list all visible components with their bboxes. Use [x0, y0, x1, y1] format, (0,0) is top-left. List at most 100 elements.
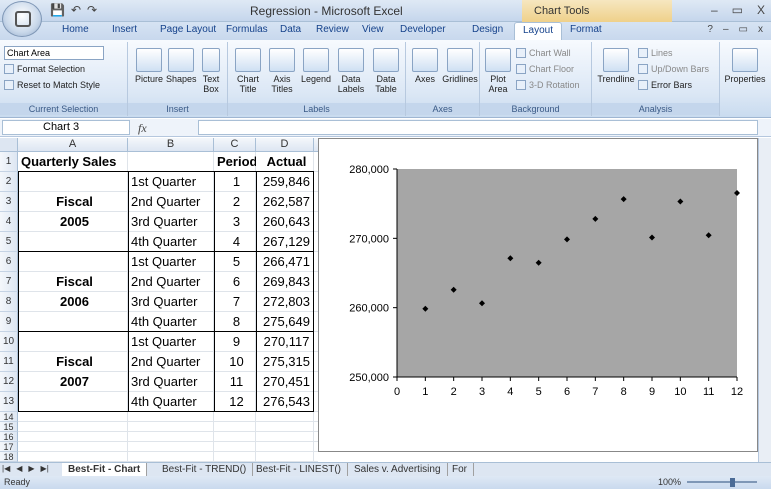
- row-header[interactable]: 5: [0, 232, 18, 252]
- cell[interactable]: 5: [214, 252, 256, 272]
- cell[interactable]: Fiscal: [18, 272, 128, 292]
- cell[interactable]: 2006: [18, 292, 128, 312]
- properties-button[interactable]: Properties: [722, 48, 768, 84]
- cell[interactable]: 9: [214, 332, 256, 352]
- trendline-button[interactable]: Trendline: [596, 48, 636, 84]
- row-header[interactable]: 14: [0, 412, 18, 422]
- minimize-button[interactable]: –: [711, 3, 718, 17]
- cell[interactable]: 260,643: [256, 212, 314, 232]
- cell[interactable]: 3rd Quarter: [128, 212, 214, 232]
- select-all-corner[interactable]: [0, 138, 18, 152]
- row-header[interactable]: 3: [0, 192, 18, 212]
- tab-review[interactable]: Review: [316, 24, 349, 35]
- cell[interactable]: 270,117: [256, 332, 314, 352]
- chart-object[interactable]: 250,000 260,000 270,000 280,000 0 1 2 3 4 5 6 7 8 9 10…: [318, 138, 758, 452]
- cell[interactable]: 2nd Quarter: [128, 352, 214, 372]
- column-header[interactable]: A: [18, 138, 128, 152]
- tab-developer[interactable]: Developer: [400, 24, 446, 35]
- 3d-rotation-button[interactable]: 3-D Rotation: [516, 80, 580, 90]
- first-sheet-icon[interactable]: |◀: [2, 464, 10, 473]
- gridlines-button[interactable]: Gridlines: [442, 48, 478, 84]
- formula-input[interactable]: [198, 120, 758, 135]
- cell[interactable]: 1st Quarter: [128, 332, 214, 352]
- tab-format[interactable]: Format: [570, 24, 602, 35]
- sheet-tab-linest[interactable]: Best-Fit - LINEST(): [250, 463, 349, 476]
- cell[interactable]: 262,587: [256, 192, 314, 212]
- cell[interactable]: 269,843: [256, 272, 314, 292]
- tab-view[interactable]: View: [362, 24, 384, 35]
- zoom-slider[interactable]: [687, 481, 757, 483]
- row-header[interactable]: 11: [0, 352, 18, 372]
- row-header[interactable]: 8: [0, 292, 18, 312]
- cell[interactable]: 259,846: [256, 172, 314, 192]
- prev-sheet-icon[interactable]: ◀: [16, 464, 22, 473]
- row-header[interactable]: 17: [0, 442, 18, 452]
- help-icon[interactable]: ?: [707, 24, 713, 35]
- zoom-slider-knob[interactable]: [730, 478, 735, 487]
- cell[interactable]: 4th Quarter: [128, 232, 214, 252]
- cell[interactable]: 267,129: [256, 232, 314, 252]
- chart-floor-button[interactable]: Chart Floor: [516, 64, 574, 74]
- cell[interactable]: 4: [214, 232, 256, 252]
- row-header[interactable]: 12: [0, 372, 18, 392]
- name-box[interactable]: Chart 3: [2, 120, 130, 135]
- updown-bars-button[interactable]: Up/Down Bars: [638, 64, 709, 74]
- sheet-tab-forecast[interactable]: For: [446, 463, 474, 476]
- office-button[interactable]: [2, 1, 42, 37]
- cell[interactable]: 2nd Quarter: [128, 272, 214, 292]
- axis-titles-button[interactable]: Axis Titles: [266, 48, 298, 94]
- cell[interactable]: 276,543: [256, 392, 314, 412]
- cell[interactable]: 1st Quarter: [128, 172, 214, 192]
- tab-home[interactable]: Home: [62, 24, 89, 35]
- lines-button[interactable]: Lines: [638, 48, 673, 58]
- plot-area-button[interactable]: Plot Area: [484, 48, 512, 94]
- text-box-button[interactable]: Text Box: [198, 48, 224, 94]
- row-header[interactable]: 2: [0, 172, 18, 192]
- tab-formulas[interactable]: Formulas: [226, 24, 268, 35]
- cell[interactable]: Quarterly Sales: [18, 152, 128, 172]
- fx-icon[interactable]: fx: [138, 121, 147, 136]
- wb-close-icon[interactable]: x: [758, 24, 763, 35]
- maximize-button[interactable]: ▭: [732, 3, 743, 17]
- wb-minimize-icon[interactable]: –: [723, 24, 729, 35]
- cell[interactable]: 1st Quarter: [128, 252, 214, 272]
- sheet-tab-trend[interactable]: Best-Fit - TREND(): [156, 463, 254, 476]
- cell[interactable]: 2005: [18, 212, 128, 232]
- cell[interactable]: 2: [214, 192, 256, 212]
- cell[interactable]: 11: [214, 372, 256, 392]
- tab-data[interactable]: Data: [280, 24, 301, 35]
- wb-restore-icon[interactable]: ▭: [739, 24, 748, 35]
- row-header[interactable]: 7: [0, 272, 18, 292]
- cell[interactable]: Period: [214, 152, 256, 172]
- cell[interactable]: 266,471: [256, 252, 314, 272]
- cell[interactable]: 8: [214, 312, 256, 332]
- cell[interactable]: 6: [214, 272, 256, 292]
- row-header[interactable]: 6: [0, 252, 18, 272]
- chart-wall-button[interactable]: Chart Wall: [516, 48, 571, 58]
- axes-button[interactable]: Axes: [410, 48, 440, 84]
- save-icon[interactable]: 💾: [50, 3, 65, 17]
- last-sheet-icon[interactable]: ▶|: [41, 464, 49, 473]
- next-sheet-icon[interactable]: ▶: [28, 464, 34, 473]
- reset-style-button[interactable]: Reset to Match Style: [4, 80, 100, 90]
- data-table-button[interactable]: Data Table: [370, 48, 402, 94]
- sheet-tab-sales-advertising[interactable]: Sales v. Advertising: [348, 463, 448, 476]
- cell[interactable]: 275,649: [256, 312, 314, 332]
- row-header[interactable]: 1: [0, 152, 18, 172]
- cell[interactable]: 12: [214, 392, 256, 412]
- cell[interactable]: 1: [214, 172, 256, 192]
- row-header[interactable]: 16: [0, 432, 18, 442]
- tab-layout[interactable]: Layout: [514, 22, 563, 40]
- row-header[interactable]: 10: [0, 332, 18, 352]
- row-header[interactable]: 13: [0, 392, 18, 412]
- cell[interactable]: 2nd Quarter: [128, 192, 214, 212]
- redo-icon[interactable]: ↷: [87, 3, 97, 17]
- cell[interactable]: Actual: [256, 152, 314, 172]
- cell[interactable]: 270,451: [256, 372, 314, 392]
- column-header[interactable]: D: [256, 138, 314, 152]
- cell[interactable]: 10: [214, 352, 256, 372]
- row-header[interactable]: 18: [0, 452, 18, 462]
- row-header[interactable]: 15: [0, 422, 18, 432]
- error-bars-button[interactable]: Error Bars: [638, 80, 692, 90]
- sheet-tab-best-fit-chart[interactable]: Best-Fit - Chart: [62, 463, 148, 476]
